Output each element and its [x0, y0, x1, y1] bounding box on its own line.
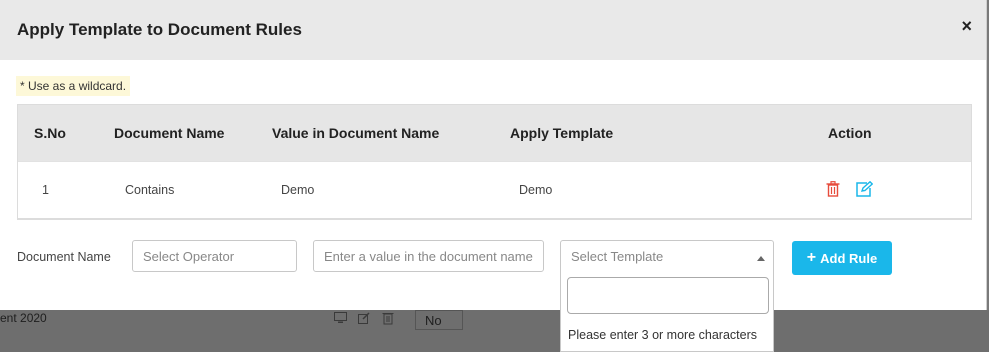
apply-template-modal: Apply Template to Document Rules × * Use…: [0, 0, 987, 310]
plus-icon: +: [806, 249, 817, 266]
row-actions: [826, 181, 873, 197]
add-rule-form: Document Name Select Template + Add Rule: [0, 240, 989, 275]
header-value: Value in Document Name: [272, 125, 440, 141]
add-rule-button[interactable]: + Add Rule: [792, 241, 892, 275]
edit-icon[interactable]: [856, 181, 873, 197]
table-row: 1 Contains Demo Demo: [18, 161, 971, 218]
operator-select[interactable]: [132, 240, 297, 272]
add-rule-label: Add Rule: [820, 250, 878, 266]
monitor-icon: [333, 311, 347, 325]
background-row-text: ent 2020: [0, 311, 47, 325]
trash-icon: [381, 311, 395, 325]
modal-title: Apply Template to Document Rules: [17, 20, 302, 39]
close-button[interactable]: ×: [961, 16, 972, 37]
caret-up-icon: [757, 256, 765, 261]
edit-icon: [357, 311, 371, 325]
table-header: S.No Document Name Value in Document Nam…: [18, 105, 971, 161]
cell-template: Demo: [519, 183, 553, 197]
template-dropdown: Please enter 3 or more characters: [560, 273, 774, 352]
template-select-placeholder: Select Template: [571, 249, 664, 264]
header-document-name: Document Name: [114, 125, 225, 141]
background-page-row: ent 2020 No: [0, 310, 989, 352]
delete-icon[interactable]: [826, 181, 840, 197]
cell-document-name: Contains: [125, 183, 175, 197]
header-apply-template: Apply Template: [510, 125, 614, 141]
header-sno: S.No: [34, 125, 66, 141]
background-row-icons: [333, 311, 395, 325]
background-select: No: [415, 310, 463, 330]
document-name-label: Document Name: [17, 250, 111, 264]
dropdown-message: Please enter 3 or more characters: [568, 328, 757, 342]
template-select[interactable]: Select Template: [560, 240, 774, 273]
rules-table: S.No Document Name Value in Document Nam…: [17, 104, 972, 220]
modal-header: Apply Template to Document Rules ×: [0, 0, 986, 60]
template-search-input[interactable]: [567, 277, 769, 314]
wildcard-note: * Use as a wildcard.: [16, 76, 131, 96]
header-action: Action: [828, 125, 872, 141]
cell-value: Demo: [281, 183, 315, 197]
value-input[interactable]: [313, 240, 544, 272]
cell-sno: 1: [42, 183, 49, 197]
